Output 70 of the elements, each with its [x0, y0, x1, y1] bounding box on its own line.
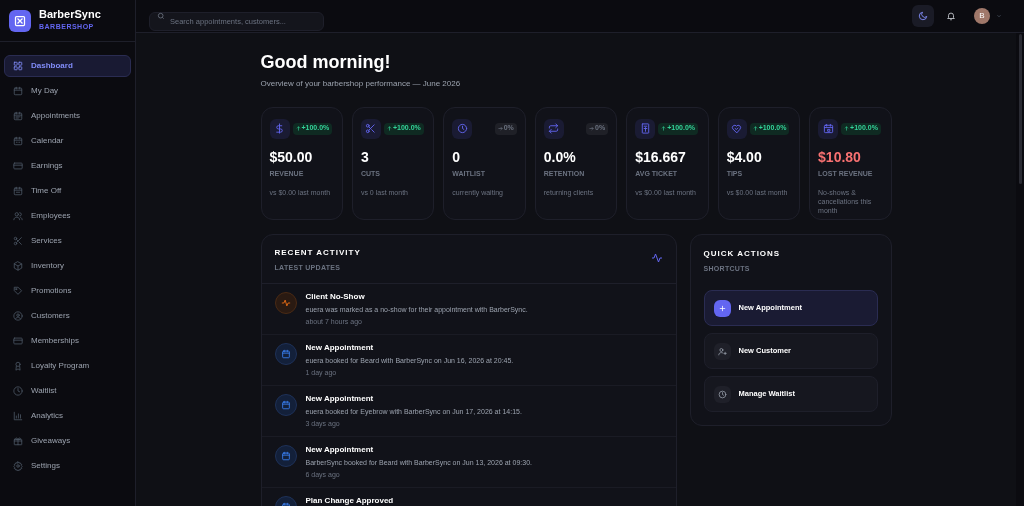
card-icon [13, 336, 23, 346]
sidebar-item[interactable]: Dashboard [4, 55, 131, 77]
sidebar-item[interactable]: Earnings [4, 155, 131, 177]
scrollbar[interactable] [1016, 33, 1024, 506]
calendar-icon [13, 86, 23, 96]
sidebar-item[interactable]: Customers [4, 305, 131, 327]
stat-value: 3 [360, 148, 370, 166]
clock-icon [452, 118, 473, 139]
section-title: RECENT ACTIVITY [274, 246, 361, 259]
repeat-icon [543, 118, 564, 139]
sidebar-item[interactable]: Promotions [4, 280, 131, 302]
tag-icon [13, 286, 23, 296]
card-icon [13, 161, 23, 171]
calendar-icon [13, 111, 23, 121]
users-icon [13, 211, 23, 221]
stat-value: 0 [452, 148, 462, 166]
page-subtitle: Overview of your barbershop performance — June 2026 [260, 77, 462, 90]
sidebar-item[interactable]: Services [4, 230, 131, 252]
scissors-icon [13, 236, 23, 246]
heart-icon [726, 118, 747, 139]
clock-icon [13, 386, 23, 396]
activity-title: Plan Change Approved [305, 496, 394, 506]
sidebar-item[interactable]: Giveaways [4, 430, 131, 452]
gift-icon [13, 436, 23, 446]
dark-mode-button[interactable] [912, 5, 934, 27]
avatar: B [974, 8, 990, 24]
bell-icon [946, 11, 956, 21]
calendar-icon [13, 186, 23, 196]
activity-title: Client No-Show [305, 292, 366, 302]
stat-value: $50.00 [269, 148, 314, 166]
calendar-icon [818, 118, 839, 139]
sidebar-item[interactable]: Analytics [4, 405, 131, 427]
moon-icon [918, 11, 928, 21]
user-circle-icon [13, 311, 23, 321]
activity-icon [650, 251, 663, 264]
section-title: QUICK ACTIONS [703, 247, 782, 260]
grid-icon [13, 61, 23, 71]
receipt-icon [635, 118, 656, 139]
activity-title: New Appointment [305, 445, 375, 455]
sidebar-item[interactable]: Settings [4, 455, 131, 477]
bar-chart-icon [13, 411, 23, 421]
activity-title: New Appointment [305, 343, 375, 353]
calendar-icon [13, 136, 23, 146]
search-icon [157, 12, 165, 20]
sidebar-item[interactable]: My Day [4, 80, 131, 102]
activity-title: New Appointment [305, 394, 375, 404]
award-icon [13, 361, 23, 371]
sidebar-item[interactable]: Inventory [4, 255, 131, 277]
sidebar-item[interactable]: Waitlist [4, 380, 131, 402]
sidebar-item[interactable]: Memberships [4, 330, 131, 352]
box-icon [13, 261, 23, 271]
chevron-down-icon [996, 13, 1002, 19]
dollar-icon [269, 118, 290, 139]
sidebar-item[interactable]: Appointments [4, 105, 131, 127]
stat-value: $4.00 [726, 148, 763, 166]
user-menu[interactable]: B [974, 8, 1002, 24]
sidebar-item[interactable]: Loyalty Program [4, 355, 131, 377]
scissors-icon [360, 118, 381, 139]
brand-name: BarberSync [39, 8, 101, 23]
plus-icon [713, 299, 731, 317]
stat-value: 0.0% [543, 148, 577, 166]
gear-icon [13, 461, 23, 471]
stat-value: $16.667 [635, 148, 687, 166]
page-title: Good morning! [260, 51, 392, 74]
sidebar-item[interactable]: Calendar [4, 130, 131, 152]
sidebar-item[interactable]: Time Off [4, 180, 131, 202]
sidebar-item[interactable]: Employees [4, 205, 131, 227]
user-plus-icon [713, 342, 731, 360]
stat-value: $10.80 [818, 148, 862, 166]
clock-icon [713, 385, 731, 403]
